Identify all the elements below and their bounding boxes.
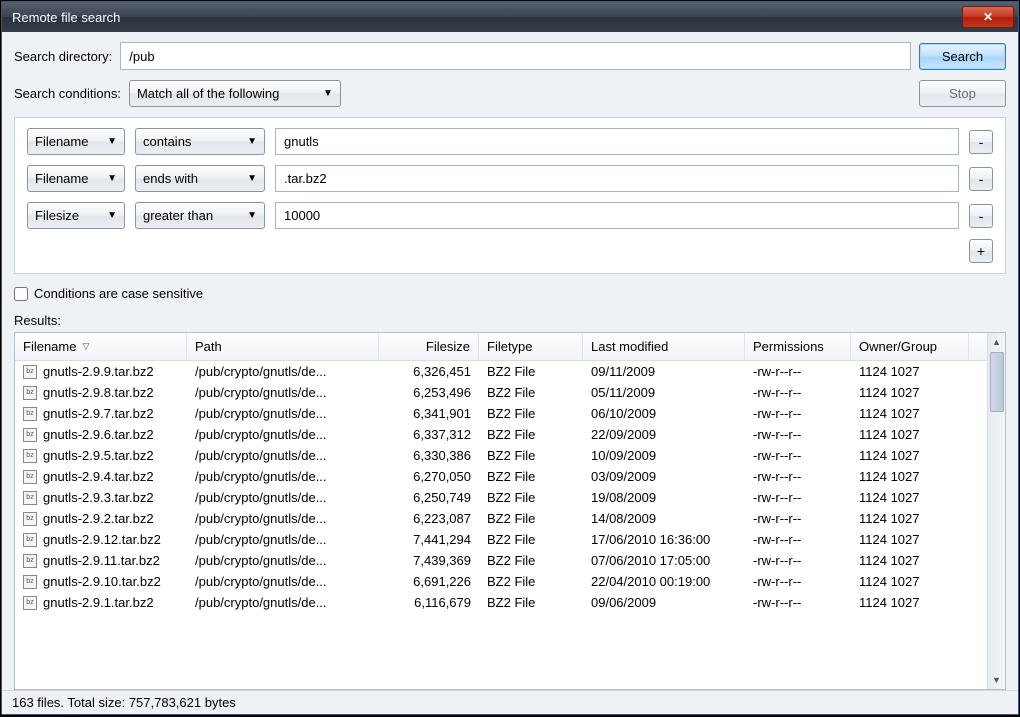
search-conditions-label: Search conditions: xyxy=(14,86,121,101)
condition-value-input[interactable] xyxy=(275,165,959,192)
search-directory-input[interactable] xyxy=(120,42,911,70)
chevron-down-icon: ▼ xyxy=(247,173,257,184)
results-grid: Filename ▽ Path Filesize Filetype Last m… xyxy=(14,332,1006,690)
file-icon: bz xyxy=(23,512,37,526)
col-filename[interactable]: Filename ▽ xyxy=(15,333,187,360)
scrollbar[interactable]: ▲ ▼ xyxy=(987,333,1005,689)
match-mode-dropdown[interactable]: Match all of the following ▼ xyxy=(129,80,341,107)
file-icon: bz xyxy=(23,449,37,463)
close-icon: ✕ xyxy=(983,10,993,24)
table-row[interactable]: bzgnutls-2.9.2.tar.bz2/pub/crypto/gnutls… xyxy=(15,508,987,529)
table-row[interactable]: bzgnutls-2.9.1.tar.bz2/pub/crypto/gnutls… xyxy=(15,592,987,613)
condition-op-dropdown[interactable]: ends with▼ xyxy=(135,165,265,192)
table-row[interactable]: bzgnutls-2.9.5.tar.bz2/pub/crypto/gnutls… xyxy=(15,445,987,466)
table-row[interactable]: bzgnutls-2.9.10.tar.bz2/pub/crypto/gnutl… xyxy=(15,571,987,592)
condition-op-dropdown[interactable]: contains▼ xyxy=(135,128,265,155)
table-row[interactable]: bzgnutls-2.9.7.tar.bz2/pub/crypto/gnutls… xyxy=(15,403,987,424)
chevron-down-icon: ▼ xyxy=(107,136,117,147)
case-sensitive-checkbox[interactable] xyxy=(14,287,28,301)
table-row[interactable]: bzgnutls-2.9.8.tar.bz2/pub/crypto/gnutls… xyxy=(15,382,987,403)
file-icon: bz xyxy=(23,533,37,547)
condition-value-input[interactable] xyxy=(275,202,959,229)
remove-condition-button[interactable]: - xyxy=(969,167,993,191)
results-label: Results: xyxy=(14,313,1006,328)
sort-desc-icon: ▽ xyxy=(82,341,89,352)
file-icon: bz xyxy=(23,491,37,505)
scroll-thumb[interactable] xyxy=(990,352,1004,412)
file-icon: bz xyxy=(23,554,37,568)
conditions-panel: Filename▼contains▼-Filename▼ends with▼-F… xyxy=(14,117,1006,274)
status-bar: 163 files. Total size: 757,783,621 bytes xyxy=(2,690,1018,714)
file-icon: bz xyxy=(23,386,37,400)
condition-op-dropdown[interactable]: greater than▼ xyxy=(135,202,265,229)
remove-condition-button[interactable]: - xyxy=(969,130,993,154)
scroll-down-icon[interactable]: ▼ xyxy=(988,671,1005,689)
chevron-down-icon: ▼ xyxy=(323,88,333,99)
file-icon: bz xyxy=(23,428,37,442)
close-button[interactable]: ✕ xyxy=(962,6,1014,28)
condition-field-dropdown[interactable]: Filesize▼ xyxy=(27,202,125,229)
add-condition-button[interactable]: + xyxy=(969,239,993,263)
condition-row: Filename▼ ends with▼ - xyxy=(27,165,993,192)
titlebar[interactable]: Remote file search ✕ xyxy=(2,2,1018,32)
col-permissions[interactable]: Permissions xyxy=(745,333,851,360)
chevron-down-icon: ▼ xyxy=(107,210,117,221)
remove-condition-button[interactable]: - xyxy=(969,204,993,228)
table-row[interactable]: bzgnutls-2.9.6.tar.bz2/pub/crypto/gnutls… xyxy=(15,424,987,445)
chevron-down-icon: ▼ xyxy=(247,136,257,147)
col-path[interactable]: Path xyxy=(187,333,379,360)
condition-row: Filename▼ contains▼ - xyxy=(27,128,993,155)
table-row[interactable]: bzgnutls-2.9.3.tar.bz2/pub/crypto/gnutls… xyxy=(15,487,987,508)
table-row[interactable]: bzgnutls-2.9.12.tar.bz2/pub/crypto/gnutl… xyxy=(15,529,987,550)
chevron-down-icon: ▼ xyxy=(107,173,117,184)
file-icon: bz xyxy=(23,596,37,610)
match-mode-value: Match all of the following xyxy=(137,86,279,101)
search-button[interactable]: Search xyxy=(919,43,1006,70)
file-icon: bz xyxy=(23,407,37,421)
chevron-down-icon: ▼ xyxy=(247,210,257,221)
file-icon: bz xyxy=(23,575,37,589)
col-owner[interactable]: Owner/Group xyxy=(851,333,969,360)
case-sensitive-label: Conditions are case sensitive xyxy=(34,286,203,301)
condition-field-dropdown[interactable]: Filename▼ xyxy=(27,165,125,192)
file-icon: bz xyxy=(23,365,37,379)
window-title: Remote file search xyxy=(12,10,962,25)
stop-button[interactable]: Stop xyxy=(919,80,1006,107)
col-modified[interactable]: Last modified xyxy=(583,333,745,360)
condition-row: Filesize▼ greater than▼ - xyxy=(27,202,993,229)
table-row[interactable]: bzgnutls-2.9.4.tar.bz2/pub/crypto/gnutls… xyxy=(15,466,987,487)
condition-value-input[interactable] xyxy=(275,128,959,155)
col-filetype[interactable]: Filetype xyxy=(479,333,583,360)
file-icon: bz xyxy=(23,470,37,484)
table-row[interactable]: bzgnutls-2.9.9.tar.bz2/pub/crypto/gnutls… xyxy=(15,361,987,382)
col-filesize[interactable]: Filesize xyxy=(379,333,479,360)
grid-header: Filename ▽ Path Filesize Filetype Last m… xyxy=(15,333,987,361)
search-directory-label: Search directory: xyxy=(14,49,112,64)
condition-field-dropdown[interactable]: Filename▼ xyxy=(27,128,125,155)
table-row[interactable]: bzgnutls-2.9.11.tar.bz2/pub/crypto/gnutl… xyxy=(15,550,987,571)
scroll-up-icon[interactable]: ▲ xyxy=(988,333,1005,351)
status-text: 163 files. Total size: 757,783,621 bytes xyxy=(12,695,236,710)
